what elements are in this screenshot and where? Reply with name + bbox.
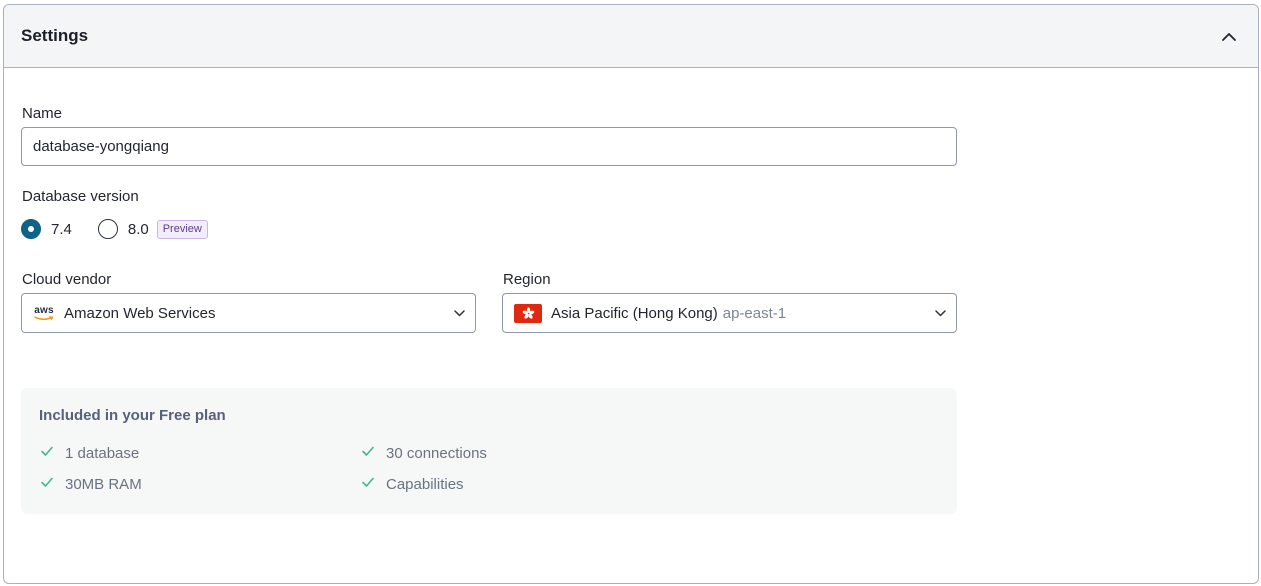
check-icon (40, 444, 54, 458)
region-code: ap-east-1 (722, 304, 787, 322)
cloud-vendor-label: Cloud vendor (22, 271, 112, 288)
preview-badge: Preview (156, 219, 208, 239)
plan-item-capabilities: Capabilities (361, 476, 464, 493)
check-icon (361, 444, 375, 458)
settings-panel: Settings Name Database version 7.4 8.0 P… (3, 4, 1259, 584)
check-icon (361, 475, 375, 489)
plan-item-connections: 30 connections (361, 445, 487, 462)
version-8-0-label[interactable]: 8.0 (128, 221, 149, 238)
hong-kong-flag-icon (514, 303, 542, 323)
cloud-vendor-select[interactable]: aws Amazon Web Services (21, 293, 476, 333)
version-8-0-radio[interactable] (97, 219, 118, 239)
chevron-up-icon[interactable] (1218, 25, 1240, 47)
check-icon (40, 475, 54, 489)
version-radio-group: 7.4 8.0 Preview (21, 219, 208, 239)
name-label: Name (22, 105, 63, 122)
region-label: Region (503, 271, 551, 288)
chevron-down-icon (454, 309, 465, 317)
region-select[interactable]: Asia Pacific (Hong Kong) ap-east-1 (502, 293, 957, 333)
plan-item-ram: 30MB RAM (40, 476, 142, 493)
region-value: Asia Pacific (Hong Kong) (551, 304, 718, 322)
version-7-4-label[interactable]: 7.4 (51, 221, 72, 238)
panel-title: Settings (21, 26, 89, 45)
chevron-down-icon (935, 309, 946, 317)
settings-header[interactable]: Settings (4, 5, 1258, 68)
cloud-vendor-value: Amazon Web Services (64, 304, 216, 322)
name-input[interactable] (21, 127, 957, 166)
plan-title: Included in your Free plan (39, 407, 226, 424)
version-7-4-radio[interactable] (21, 219, 41, 239)
plan-item-databases: 1 database (40, 445, 139, 462)
database-version-label: Database version (22, 188, 139, 205)
aws-logo-icon: aws (33, 305, 55, 321)
free-plan-box: Included in your Free plan 1 database 30… (21, 388, 957, 514)
